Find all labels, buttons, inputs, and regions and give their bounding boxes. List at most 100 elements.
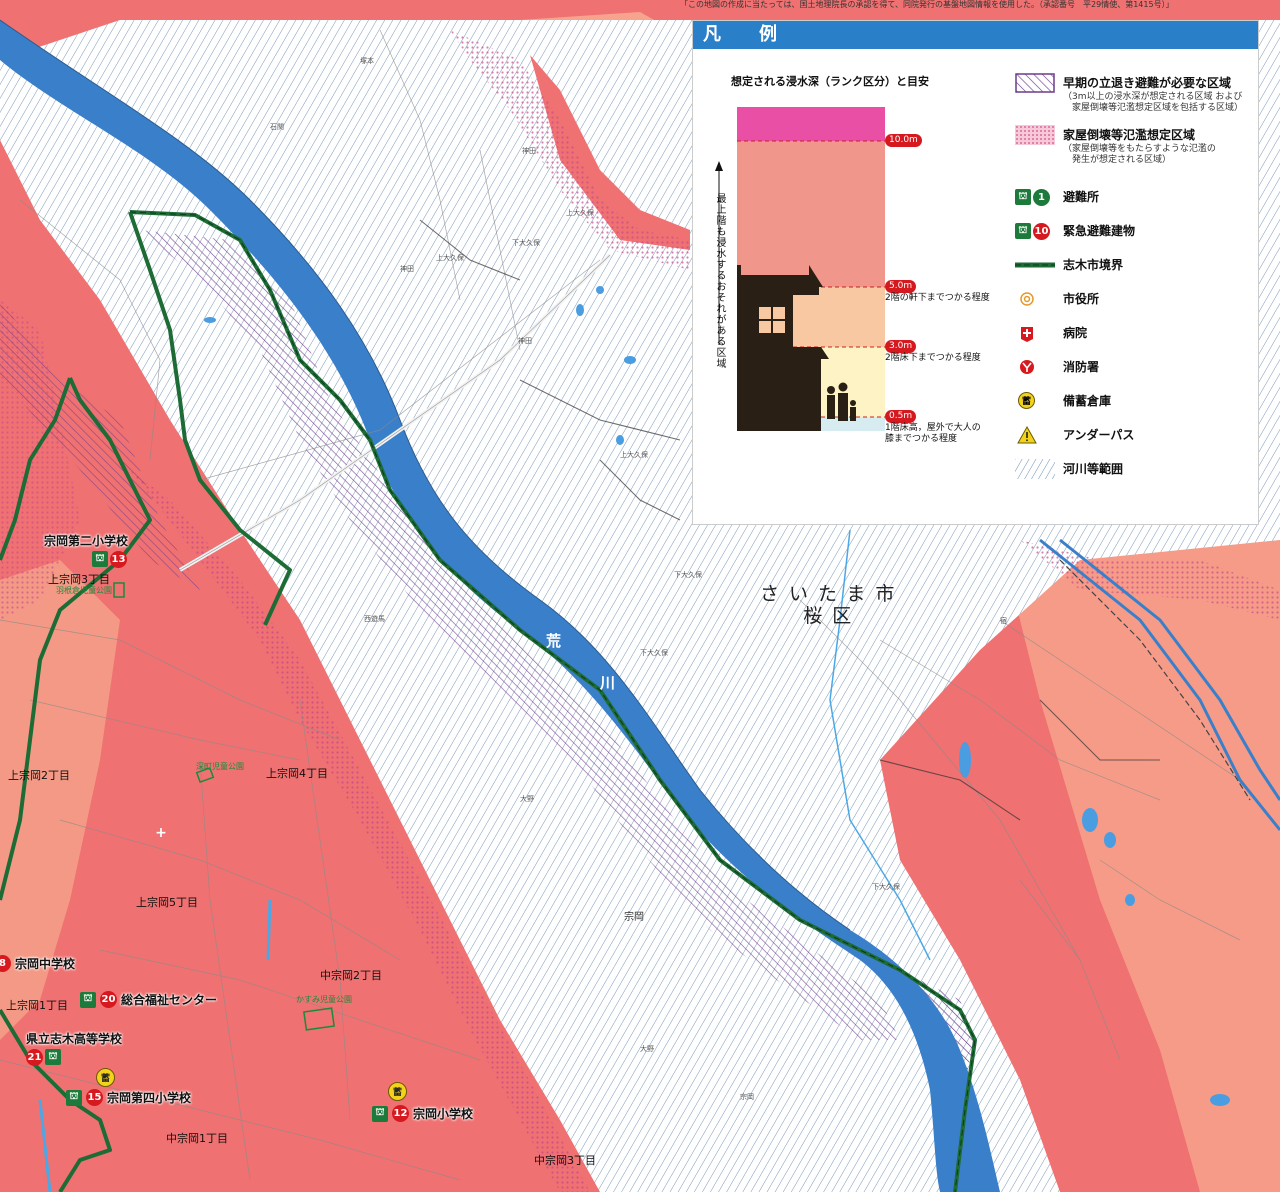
legend-item-early-evacuation: 早期の立退き避難が必要な区域 （3m以上の浸水深が想定される区域 および 家屋倒… [1015,73,1243,114]
place-label: 下大久保 [872,883,900,891]
facility-number: 12 [392,1105,409,1122]
depth-axis-note: 最上階も浸水するおそれがある区域 [714,193,725,369]
legend-item-underpass: アンダーパス [1015,425,1134,445]
city-name-line: さいたま市 桜区 [760,583,905,627]
legend-item-storehouse: 蓄 備蓄倉庫 [1015,391,1111,411]
district-muneoka: 宗岡 [624,912,644,923]
legend-label: 家屋倒壊等氾濫想定区域 [1063,128,1196,142]
legend-item-emergency-building: ⛫ 10 緊急避難建物 [1015,221,1135,241]
facility-name: 県立志木高等学校 [26,1032,123,1046]
legend-label: 早期の立退き避難が必要な区域 [1063,76,1232,90]
city-boundary-line-icon [1015,262,1055,268]
legend-note: （家屋倒壊等をもたらすような氾濫の 発生が想定される区域） [1063,144,1216,165]
storehouse-glyph: 蓄 [1018,392,1035,409]
facility-number: 15 [86,1089,103,1106]
legend-label: 備蓄倉庫 [1063,394,1112,408]
park-hanenkura: 羽根倉児童公園 [56,586,112,595]
district-nakamuneoka3: 中宗岡3丁目 [534,1154,596,1167]
shelter-number-badge: 1 [1033,188,1050,206]
facility-number: 8 [0,955,11,972]
facility-number: 21 [26,1049,43,1066]
district-nakamuneoka1: 中宗岡1丁目 [166,1132,228,1145]
storehouse-icon: 蓄 [388,1082,407,1101]
underpass-warning-icon [1017,425,1037,444]
legend-panel: 凡 例 想定される浸水深（ランク区分）と目安 最上階も浸水するおそれがある区域 … [692,20,1259,525]
facility-name: 宗岡第四小学校 [107,1091,192,1105]
legend-item-fire-station: 消防署 [1015,357,1099,377]
depth-level-5m: 5.0m [885,280,917,293]
legend-label: 病院 [1063,326,1088,340]
legend-header: 凡 例 [693,21,1258,49]
legend-label: 河川等範囲 [1063,462,1124,476]
facility-muneoka-daiyon-elementary[interactable]: ⛫ 15 宗岡第四小学校 [66,1089,191,1106]
facility-welfare-center[interactable]: ⛫ 20 総合福祉センター [80,991,217,1008]
city-label-saitama-sakura: さいたま市 桜区 [760,583,905,628]
place-label: 上大久保 [566,209,594,217]
legend-item-city-boundary: 志木市境界 [1015,255,1123,275]
district-nakamuneoka2: 中宗岡2丁目 [320,969,382,982]
place-label: 西遊馬 [364,615,385,623]
legend-label: 避難所 [1063,190,1100,204]
legend-label: 緊急避難建物 [1063,224,1136,238]
legend-note: （3m以上の浸水深が想定される区域 および 家屋倒壊等氾濫想定区域を包括する区域… [1063,92,1244,113]
depth-rank-chart [715,107,885,431]
hospital-icon [1021,327,1033,342]
house-silhouette [737,265,829,431]
district-kamimuneoka1: 上宗岡1丁目 [6,999,68,1012]
place-label: 上大久保 [436,254,464,262]
rank-band-5-10m [737,141,885,287]
river-name-kawa: 川 [600,674,616,692]
legend-label: 志木市境界 [1063,258,1124,272]
facility-badge: ⛫ 13 [92,551,127,568]
river-area-hatch-icon [1015,459,1055,479]
district-kamimuneoka5: 上宗岡5丁目 [136,896,198,909]
district-kamimuneoka3: 上宗岡3丁目 [48,573,110,586]
legend-item-river-area: 河川等範囲 [1015,459,1123,479]
legend-item-shelter: ⛫ 1 避難所 [1015,187,1099,207]
shelter-icon: ⛫ 1 [1015,187,1055,207]
district-kamimuneoka4: 上宗岡4丁目 [266,767,328,780]
hospital-icon: + [155,825,167,841]
storehouse-icon: 蓄 [96,1068,115,1087]
collapse-zone-dots-icon [1015,125,1055,145]
place-label: 下大久保 [512,239,540,247]
legend-item-city-hall: 市役所 [1015,289,1099,309]
fire-station-icon [1020,360,1034,374]
place-label: 神田 [518,337,532,345]
city-hall-icon [1020,292,1034,306]
place-label: 上大久保 [620,451,648,459]
place-label: 石関 [270,123,284,131]
facility-shiki-high-school[interactable]: 県立志木高等学校 21 ⛫ [26,1030,122,1066]
place-label: 下大久保 [640,649,668,657]
place-label: 下大久保 [674,571,702,579]
evacuation-area-hatch-icon [1015,73,1055,93]
shelter-building-icon: ⛫ [1015,223,1031,239]
depth-level-3m-desc: 2階床下までつかる程度 [885,353,981,363]
river-name-ara: 荒 [546,632,562,650]
park-kasumi: かすみ児童公園 [296,995,352,1004]
legend-item-hospital: 病院 [1015,323,1087,343]
storehouse-icon: 蓄 [1015,391,1055,411]
facility-name: 宗岡中学校 [15,957,76,971]
facility-badge: 21 ⛫ [26,1049,61,1066]
facility-name: 総合福祉センター [121,993,218,1007]
place-label: 大野 [640,1045,654,1053]
depth-level-05m: 0.5m [885,410,917,423]
emergency-building-icon: ⛫ [66,1089,82,1106]
facility-muneoka-elementary[interactable]: ⛫ 12 宗岡小学校 [372,1105,473,1122]
depth-level-10m: 10.0m [885,134,922,147]
district-kamimuneoka2: 上宗岡2丁目 [8,769,70,782]
facility-muneoka-daini-elementary[interactable]: 宗岡第二小学校 ⛫ 13 [44,532,128,568]
depth-level-3m: 3.0m [885,340,917,353]
place-label: 大野 [520,795,534,803]
legend-label: 市役所 [1063,292,1100,306]
emergency-building-icon: ⛫ [80,991,96,1008]
place-label: 塚本 [360,57,374,65]
emergency-building-icon: ⛫ [45,1049,61,1065]
depth-level-05m-desc: 1階床高，屋外で大人の 膝までつかる程度 [885,423,981,444]
facility-number: 20 [100,991,117,1008]
facility-name: 宗岡第二小学校 [44,534,129,548]
facility-name: 宗岡小学校 [413,1107,474,1121]
depth-level-5m-desc: 2階の軒下までつかる程度 [885,293,990,303]
facility-muneoka-junior-high[interactable]: 8 宗岡中学校 [0,955,75,972]
